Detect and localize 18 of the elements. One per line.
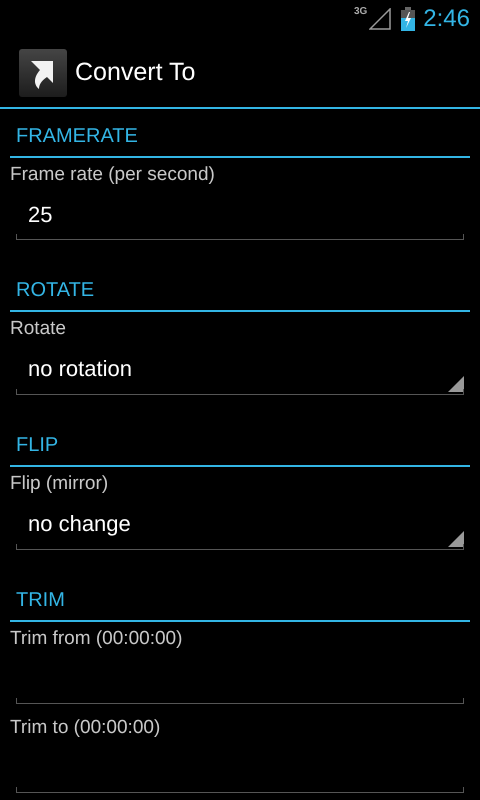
field-label: Trim to (00:00:00) [10,716,162,740]
section-header: FLIP [10,418,470,467]
dropdown-triangle-icon [448,376,464,392]
field-label: Flip (mirror) [10,472,110,496]
field-label: Trim from (00:00:00) [10,627,184,651]
section-header: ROTATE [10,263,470,312]
field-label: Rotate [10,317,67,341]
network-type-label: 3G [354,6,368,17]
dropdown[interactable]: no change [16,499,464,550]
field-label: Frame rate (per second) [10,163,216,187]
dropdown[interactable]: no rotation [16,344,464,395]
section-header: TRIM [10,573,470,622]
battery-charging-icon [401,7,416,31]
clock-time: 2:46 [423,5,470,33]
signal-icon [369,8,392,30]
section-header: FRAMERATE [10,109,470,158]
screen-title: Convert To [75,58,196,87]
dropdown-triangle-icon [448,531,464,547]
